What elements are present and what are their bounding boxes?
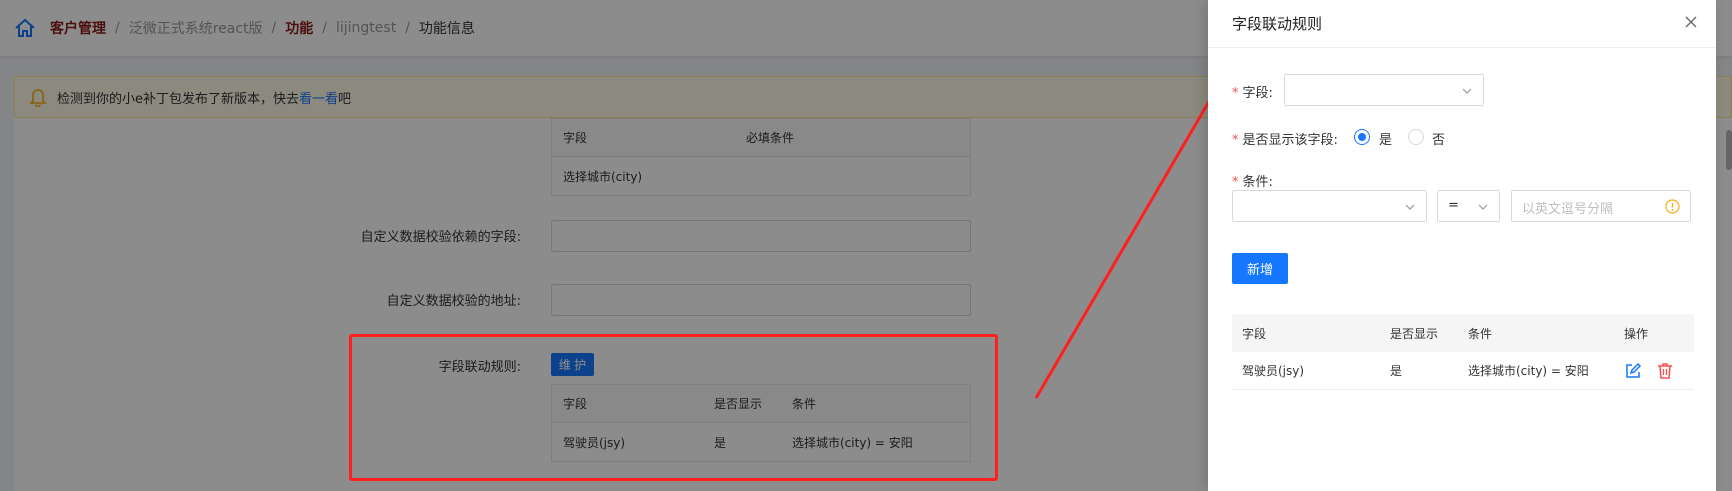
condition-value-input[interactable]: 以英文逗号分隔	[1511, 190, 1691, 222]
close-icon[interactable]	[1684, 15, 1698, 29]
field-label: * 字段:	[1232, 86, 1273, 101]
column-header: 是否显示	[1390, 326, 1439, 341]
column-header: 操作	[1624, 326, 1649, 341]
radio-show-yes[interactable]	[1354, 129, 1370, 145]
column-header: 字段	[1242, 326, 1267, 341]
condition-label: * 条件:	[1232, 175, 1273, 190]
drawer-rule-table: 字段 是否显示 条件 操作 驾驶员(jsy) 是 选择城市(city) = 安阳	[1232, 314, 1694, 390]
table-cell: 是	[1390, 364, 1403, 378]
radio-yes-label: 是	[1379, 133, 1393, 148]
operator-value: =	[1448, 198, 1459, 213]
table-cell: 选择城市(city) = 安阳	[1468, 364, 1589, 378]
operator-select[interactable]: =	[1437, 190, 1500, 222]
field-label-text: 字段:	[1242, 86, 1273, 101]
table-row: 驾驶员(jsy) 是 选择城市(city) = 安阳	[1232, 352, 1694, 390]
column-header: 条件	[1468, 326, 1493, 341]
add-button[interactable]: 新增	[1232, 253, 1288, 284]
radio-no-label: 否	[1432, 133, 1446, 148]
field-select[interactable]	[1284, 74, 1484, 106]
delete-icon[interactable]	[1656, 362, 1674, 380]
condition-label-text: 条件:	[1242, 175, 1273, 190]
condition-value-placeholder: 以英文逗号分隔	[1522, 202, 1614, 217]
show-field-label-text: 是否显示该字段:	[1242, 133, 1338, 148]
table-header: 字段 是否显示 条件 操作	[1232, 314, 1694, 352]
table-cell: 驾驶员(jsy)	[1242, 364, 1305, 378]
chevron-down-icon	[1477, 201, 1489, 213]
show-field-label: * 是否显示该字段:	[1232, 133, 1338, 148]
chevron-down-icon	[1461, 85, 1473, 97]
radio-show-no[interactable]	[1408, 129, 1424, 145]
edit-icon[interactable]	[1624, 362, 1642, 380]
table-actions	[1614, 362, 1688, 380]
chevron-down-icon	[1404, 201, 1416, 213]
drawer-title: 字段联动规则	[1208, 0, 1716, 48]
linkage-rule-drawer: 字段联动规则 * 字段: * 是否显示该字段: 是 否 * 条件: = 以英文逗号分隔…	[1208, 0, 1716, 491]
info-icon	[1665, 199, 1680, 214]
condition-field-select[interactable]	[1232, 190, 1427, 222]
